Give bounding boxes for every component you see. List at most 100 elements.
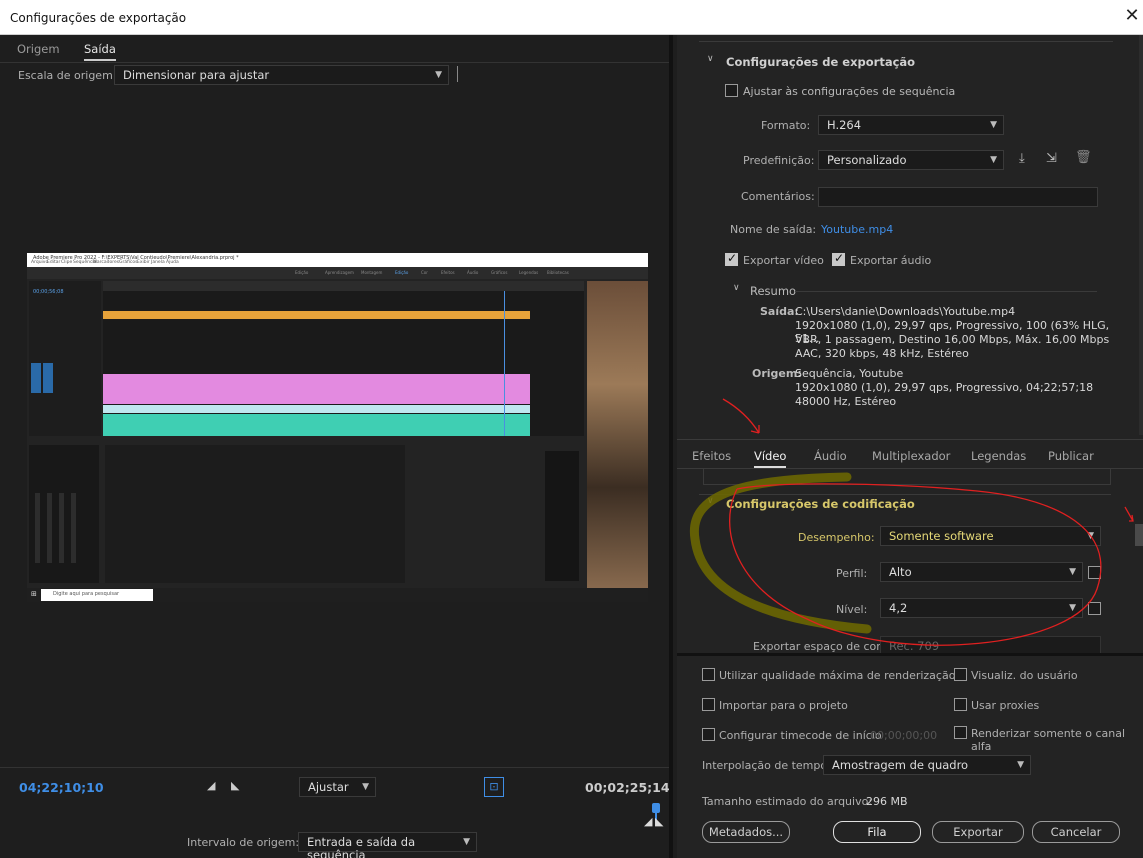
annotation-overlay (689, 472, 1134, 646)
divider (0, 767, 669, 768)
preview-side-image (587, 281, 648, 591)
preview-menu: Arquivo Editar Clipe Sequência Marcadore… (27, 260, 648, 267)
preset-label: Predefinição: (743, 154, 815, 167)
red-arrow-annotation (722, 398, 760, 434)
menu-item: Gráficos (119, 260, 138, 265)
export-audio-label: Exportar áudio (850, 254, 932, 267)
preview-lower-panel (105, 445, 405, 583)
use-proxies-checkbox[interactable] (954, 698, 967, 711)
track-marker (43, 363, 53, 393)
duration-timecode: 00;02;25;14 (585, 780, 670, 795)
match-sequence-label: Ajustar às configurações de sequência (743, 85, 956, 98)
out-marker-icon: ◣ (655, 815, 664, 828)
close-icon[interactable]: ✕ (1124, 6, 1140, 26)
chevron-down-icon[interactable]: ∨ (733, 283, 740, 293)
source-range-label: Intervalo de origem: (187, 836, 300, 849)
encoding-section: ∨ Configurações de codificação Desempenh… (677, 469, 1143, 653)
time-interpolation-dropdown[interactable]: Amostragem de quadro ▼ (823, 755, 1031, 775)
set-in-point-icon[interactable]: ◢ (207, 779, 215, 792)
summary-source-line: 48000 Hz, Estéreo (795, 395, 897, 408)
output-name-link[interactable]: Youtube.mp4 (821, 223, 893, 236)
menu-item: Ajuda (166, 260, 179, 265)
preview-audio-meters (29, 445, 99, 583)
options-area: Utilizar qualidade máxima de renderizaçã… (677, 653, 1143, 858)
fit-frame-icon[interactable]: ⊡ (484, 777, 504, 797)
preview-meter-bar (545, 451, 579, 581)
time-interpolation-label: Interpolação de tempo: (702, 759, 831, 772)
tab-publicar[interactable]: Publicar (1048, 449, 1094, 463)
set-out-point-icon[interactable]: ◣ (231, 779, 239, 792)
save-preset-icon[interactable]: ⤓ (1019, 151, 1025, 166)
preset-value: Personalizado (827, 153, 907, 167)
tab-legendas[interactable]: Legendas (971, 449, 1026, 463)
tab-multiplexador[interactable]: Multiplexador (872, 449, 950, 463)
match-sequence-checkbox[interactable] (725, 84, 738, 97)
summary-title: Resumo (750, 284, 797, 298)
zoom-value: Ajustar (308, 780, 349, 794)
chevron-down-icon[interactable]: ∨ (707, 54, 714, 64)
chevron-down-icon: ▼ (463, 837, 470, 847)
menu-item: Exibir (137, 260, 150, 265)
preview-panel: Origem Saída Escala de origem: Dimension… (0, 35, 673, 858)
source-range-dropdown[interactable]: Entrada e saída da sequência ▼ (298, 832, 477, 858)
format-dropdown[interactable]: H.264 ▼ (818, 115, 1004, 135)
comments-input[interactable] (818, 187, 1098, 207)
source-scale-dropdown[interactable]: Dimensionar para ajustar ▼ (114, 65, 449, 85)
menu-item: Janela (151, 260, 165, 265)
window-titlebar: Configurações de exportação ✕ (0, 0, 1143, 35)
delete-preset-icon[interactable]: 🗑 (1075, 150, 1092, 165)
import-project-checkbox[interactable] (702, 698, 715, 711)
scrollbar[interactable] (1139, 35, 1143, 435)
workspace-item: Edição (295, 270, 309, 275)
chevron-down-icon: ▼ (990, 120, 997, 130)
preview-timeline (103, 281, 584, 436)
menu-item: Arquivo (31, 260, 49, 265)
zoom-dropdown[interactable]: Ajustar ▼ (299, 777, 376, 797)
cancel-button[interactable]: Cancelar (1032, 821, 1120, 843)
settings-panel: ∨ Configurações de exportação Ajustar às… (677, 35, 1143, 858)
max-render-quality-checkbox[interactable] (702, 668, 715, 681)
source-scale-label: Escala de origem: (18, 69, 117, 82)
export-settings-section: ∨ Configurações de exportação Ajustar às… (699, 41, 1113, 421)
meter (59, 493, 64, 563)
tab-audio[interactable]: Áudio (814, 449, 847, 463)
tab-efeitos[interactable]: Efeitos (692, 449, 731, 463)
tab-origem[interactable]: Origem (17, 42, 60, 56)
import-preset-icon[interactable]: ⇲ (1046, 151, 1057, 166)
yellow-annotation-stroke (689, 472, 872, 634)
export-button[interactable]: Exportar (932, 821, 1024, 843)
menu-item: Clipe (61, 260, 73, 265)
source-scale-value: Dimensionar para ajustar (123, 68, 270, 82)
start-timecode-label: Configurar timecode de início (719, 729, 882, 742)
format-label: Formato: (761, 119, 811, 132)
summary-source-line: 1920x1080 (1,0), 29,97 qps, Progressivo,… (795, 381, 1094, 394)
start-timecode-value[interactable]: 00;00;00;00 (870, 729, 937, 742)
metadata-button[interactable]: Metadados... (702, 821, 790, 843)
range-slider-handle[interactable]: ◢ ◣ (644, 801, 666, 833)
chevron-down-icon: ▼ (362, 782, 369, 792)
timeline-ruler (103, 281, 584, 291)
chevron-down-icon: ▼ (1017, 760, 1024, 770)
start-timecode-checkbox[interactable] (702, 728, 715, 741)
render-alpha-checkbox[interactable] (954, 726, 967, 739)
export-video-checkbox[interactable] (725, 251, 738, 266)
preview-timecode: 00;00;56;08 (33, 289, 64, 295)
summary-output-line: VBR, 1 passagem, Destino 16,00 Mbps, Máx… (795, 333, 1110, 346)
meter (47, 493, 52, 563)
preview-taskbar: ⊞ Digite aqui para pesquisar (27, 588, 648, 602)
queue-button[interactable]: Fila (833, 821, 921, 843)
summary-source-line: Sequência, Youtube (795, 367, 904, 380)
tab-video[interactable]: Vídeo (754, 449, 787, 468)
playhead (504, 291, 505, 436)
red-annotation-circle (729, 483, 1102, 646)
workspace-item: Edição (395, 270, 409, 275)
export-audio-checkbox[interactable] (832, 251, 845, 266)
menu-item: Marcadores (93, 260, 120, 265)
tab-saida[interactable]: Saída (84, 42, 116, 61)
user-view-checkbox[interactable] (954, 668, 967, 681)
current-timecode[interactable]: 04;22;10;10 (19, 780, 104, 795)
preset-dropdown[interactable]: Personalizado ▼ (818, 150, 1004, 170)
summary-output-line: C:\Users\danie\Downloads\Youtube.mp4 (795, 305, 1016, 318)
taskbar-search: Digite aqui para pesquisar (41, 589, 153, 601)
output-name-label: Nome de saída: (730, 223, 817, 236)
